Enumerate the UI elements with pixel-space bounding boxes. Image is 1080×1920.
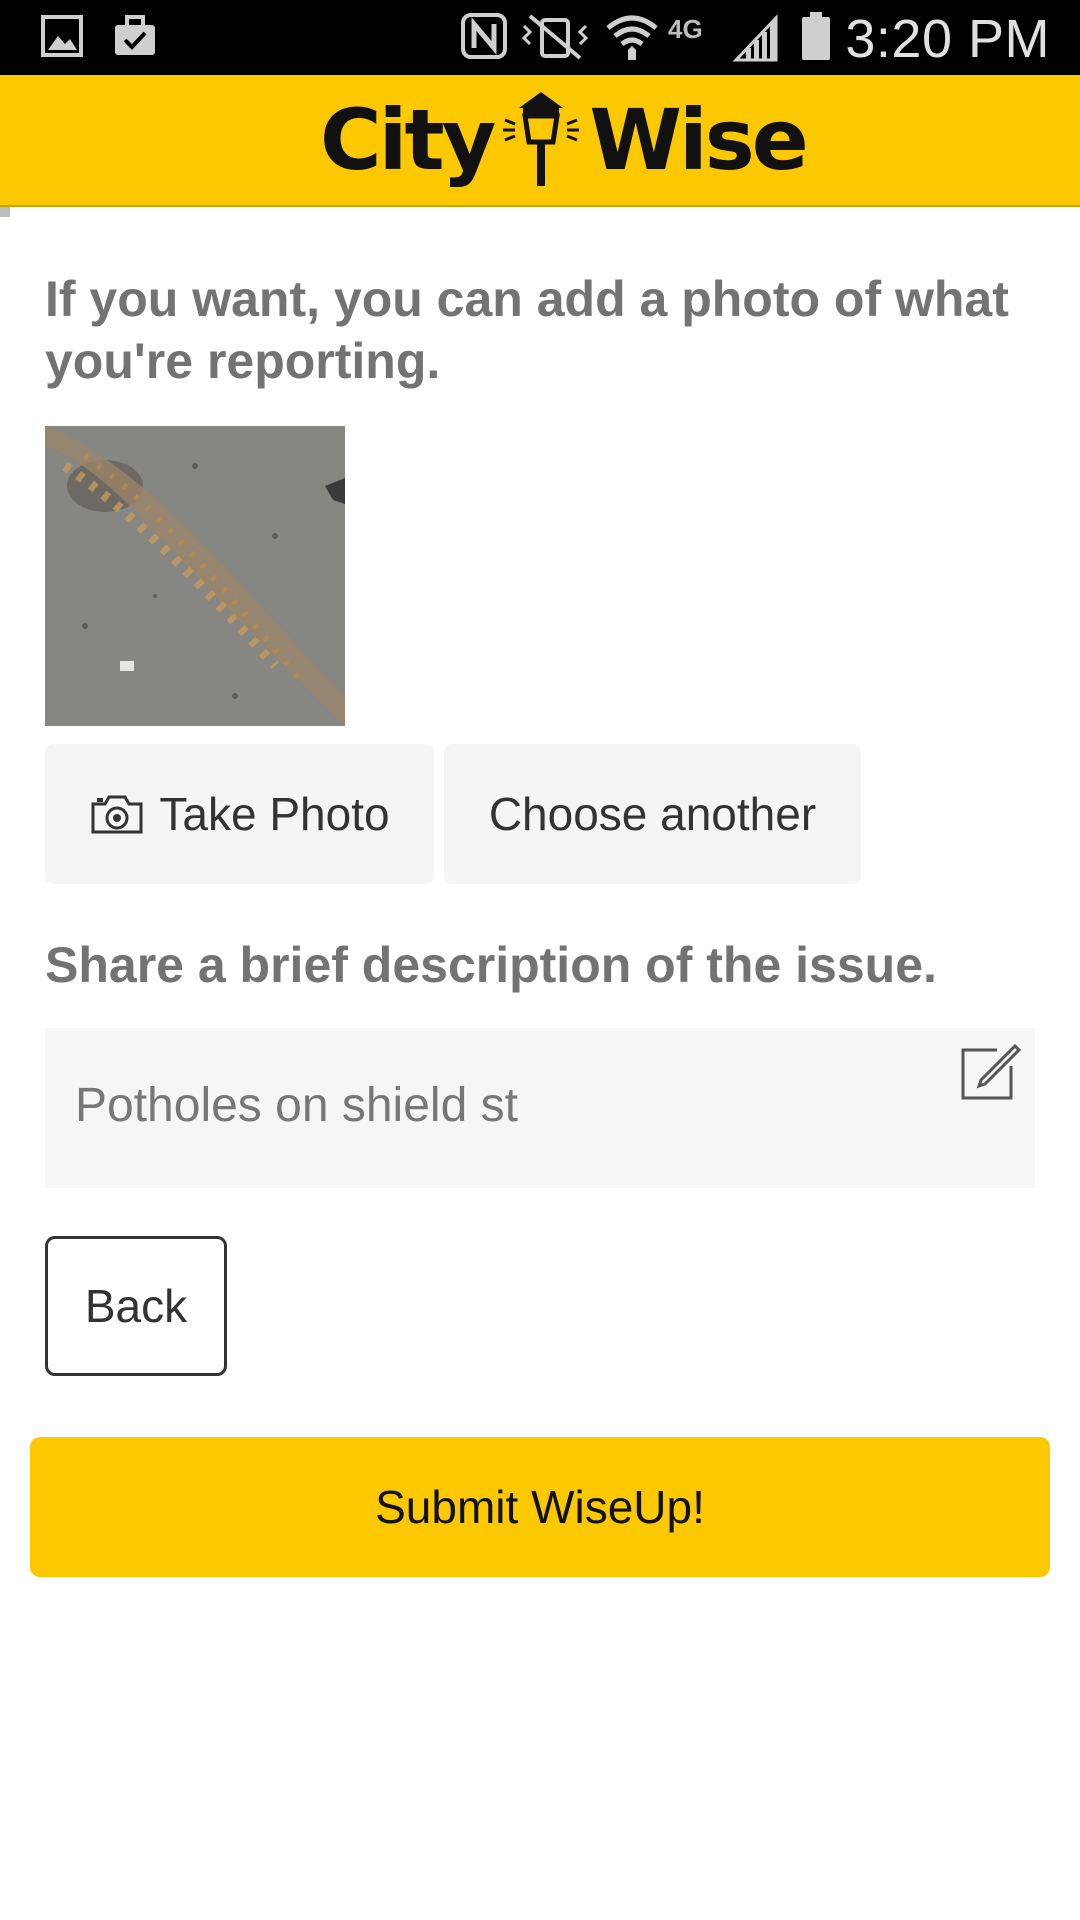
nfc-icon bbox=[461, 13, 507, 59]
choose-another-label: Choose another bbox=[488, 788, 817, 840]
photo-prompt: If you want, you can add a photo of what… bbox=[45, 271, 1009, 389]
scroll-indicator bbox=[0, 207, 10, 217]
back-button[interactable]: Back bbox=[45, 1236, 227, 1376]
description-prompt: Share a brief description of the issue. bbox=[45, 937, 937, 993]
wifi-icon bbox=[606, 15, 658, 60]
back-label: Back bbox=[84, 1280, 188, 1332]
edit-icon bbox=[961, 1043, 1022, 1100]
take-photo-button[interactable]: Take Photo bbox=[45, 744, 434, 884]
take-photo-label: Take Photo bbox=[159, 788, 390, 840]
description-value: Potholes on shield st bbox=[75, 1079, 518, 1132]
status-bar: 4G 3:20 PM bbox=[0, 0, 1080, 75]
description-input[interactable]: Potholes on shield st bbox=[45, 1028, 1035, 1188]
app-header: City Wise bbox=[0, 75, 1080, 207]
battery-icon bbox=[802, 12, 830, 60]
pavement-photo-image bbox=[45, 426, 345, 726]
briefcase-check-icon bbox=[115, 15, 155, 55]
signal-icon bbox=[732, 14, 778, 62]
status-time: 3:20 PM bbox=[845, 9, 1050, 69]
submit-label: Submit WiseUp! bbox=[375, 1481, 705, 1533]
camera-icon bbox=[91, 795, 143, 834]
vibrate-mute-icon bbox=[521, 14, 589, 60]
street-lamp-icon bbox=[503, 92, 580, 186]
choose-another-button[interactable]: Choose another bbox=[444, 744, 861, 884]
logo-city-text: City bbox=[320, 91, 496, 189]
lte-label: 4G bbox=[668, 14, 703, 44]
gallery-icon bbox=[41, 15, 83, 57]
report-photo-thumbnail[interactable] bbox=[45, 426, 345, 726]
submit-wiseup-button[interactable]: Submit WiseUp! bbox=[30, 1437, 1050, 1577]
city-wise-logo: City Wise bbox=[320, 87, 809, 193]
logo-wise-text: Wise bbox=[589, 91, 808, 189]
